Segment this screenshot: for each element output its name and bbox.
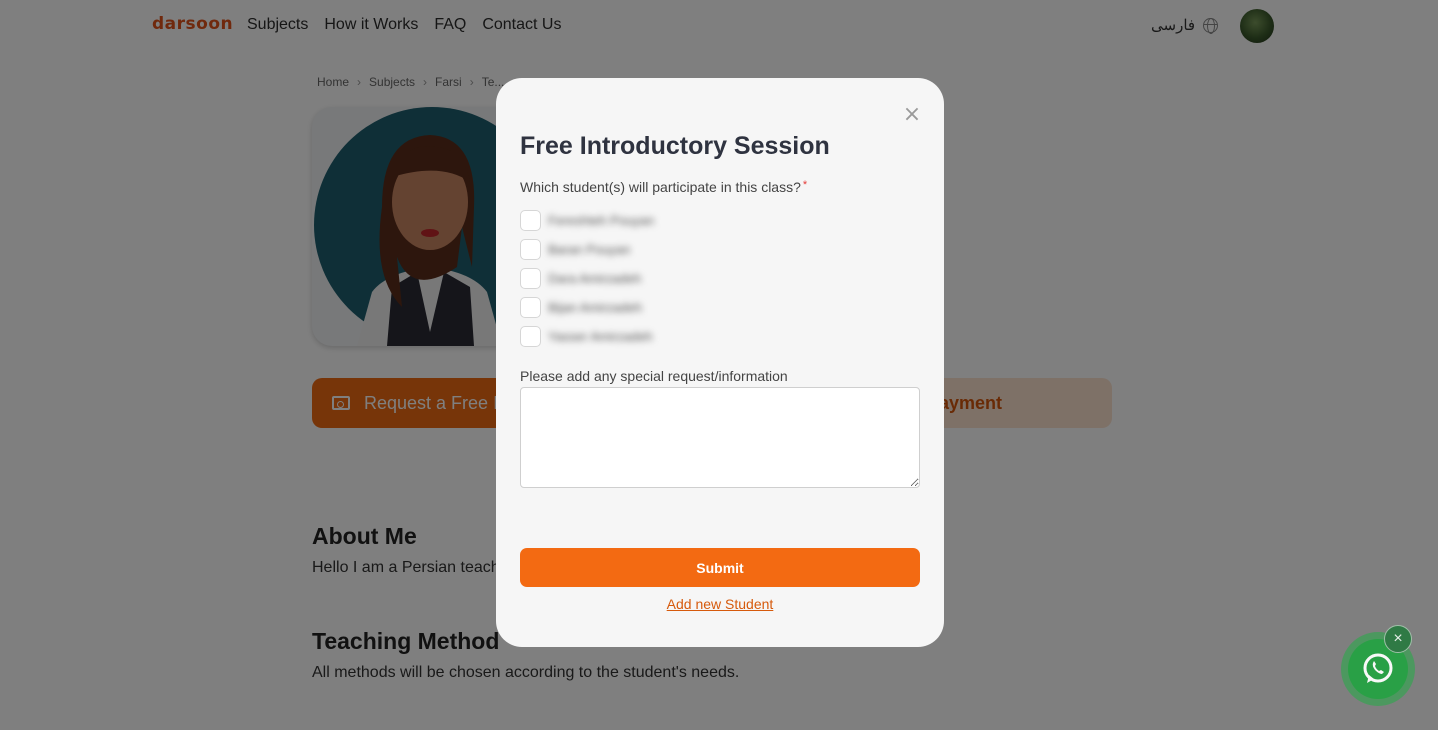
- student-question-label: Which student(s) will participate in thi…: [520, 179, 807, 195]
- student-question-text: Which student(s) will participate in thi…: [520, 179, 801, 195]
- student-name: Yasser Amirzadeh: [548, 328, 653, 344]
- add-new-student-link: Add new Student: [496, 596, 944, 612]
- student-checkbox[interactable]: [520, 296, 541, 318]
- student-option[interactable]: Fereshteh Pouyan: [520, 209, 654, 231]
- student-option[interactable]: Baran Pouyan: [520, 238, 630, 260]
- required-mark: *: [802, 179, 808, 191]
- student-name: Bijan Amirzadeh: [548, 299, 642, 315]
- special-request-textarea[interactable]: [520, 387, 920, 488]
- student-option[interactable]: Dara Amirzadeh: [520, 267, 641, 289]
- student-checkbox[interactable]: [520, 267, 541, 289]
- student-checkbox[interactable]: [520, 325, 541, 347]
- close-icon[interactable]: ×: [902, 104, 922, 126]
- student-option[interactable]: Yasser Amirzadeh: [520, 325, 653, 347]
- student-name: Baran Pouyan: [548, 241, 631, 257]
- student-checkbox[interactable]: [520, 238, 541, 260]
- student-checkbox[interactable]: [520, 209, 541, 231]
- add-new-student-text[interactable]: Add new Student: [667, 596, 774, 612]
- whatsapp-close-icon[interactable]: ×: [1384, 625, 1412, 653]
- modal-title: Free Introductory Session: [520, 132, 830, 160]
- free-session-modal: × Free Introductory Session Which studen…: [496, 78, 944, 647]
- student-name: Dara Amirzadeh: [548, 270, 642, 286]
- submit-button[interactable]: Submit: [520, 548, 920, 587]
- special-request-label: Please add any special request/informati…: [520, 368, 788, 384]
- student-option[interactable]: Bijan Amirzadeh: [520, 296, 642, 318]
- student-name: Fereshteh Pouyan: [548, 212, 655, 228]
